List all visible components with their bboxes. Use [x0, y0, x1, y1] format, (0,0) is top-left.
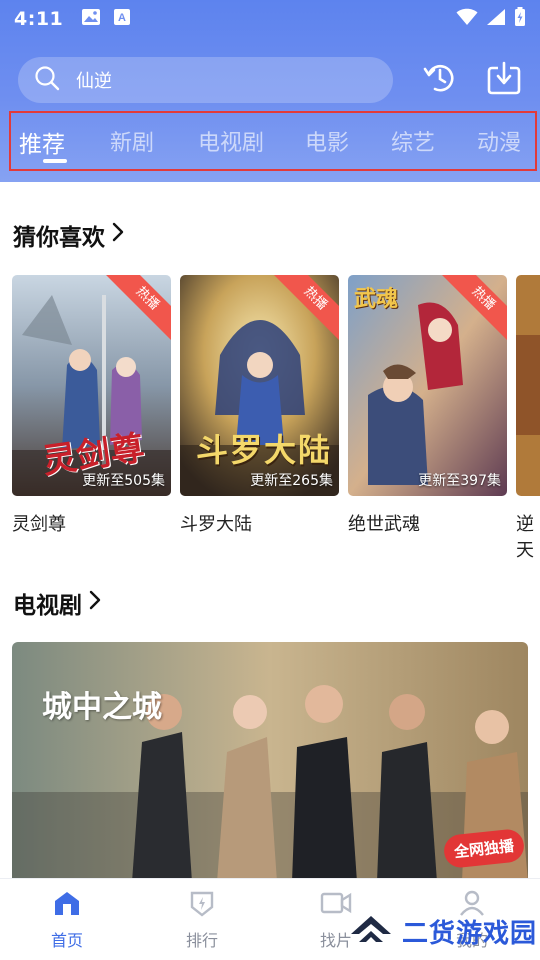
active-tab-indicator — [43, 159, 67, 163]
section-title: 电视剧 — [13, 593, 82, 619]
banner-title-art: 城中之城 — [42, 690, 162, 725]
nav-label: 排行 — [185, 931, 218, 950]
watermark-logo-icon — [348, 912, 394, 950]
tab-new-series[interactable]: 新剧 — [110, 125, 154, 157]
tab-anime[interactable]: 动漫 — [477, 125, 521, 157]
search-input[interactable]: 仙逆 — [18, 57, 393, 103]
download-icon — [486, 60, 522, 100]
video-card[interactable]: 斗罗大陆 热播 更新至265集 — [180, 275, 339, 496]
nav-ranking[interactable]: 排行 — [162, 889, 242, 951]
text-a-icon: A — [113, 8, 131, 30]
card-title[interactable]: 绝世武魂 — [348, 510, 420, 536]
chevron-right-icon — [88, 590, 102, 616]
episode-count: 更新至505集 — [82, 473, 165, 489]
nav-home[interactable]: 首页 — [27, 889, 107, 951]
card-title[interactable]: 斗罗大陆 — [180, 510, 252, 536]
signal-icon — [486, 8, 506, 30]
video-card[interactable] — [516, 275, 540, 496]
site-watermark: 二货游戏园 — [348, 912, 537, 950]
card-title[interactable]: 逆天 — [516, 510, 540, 562]
video-card[interactable]: 武魂 热播 更新至397集 — [348, 275, 507, 496]
history-icon — [421, 60, 457, 100]
svg-text:A: A — [118, 12, 126, 24]
featured-banner[interactable]: 城中之城 全网独播 — [12, 642, 528, 882]
nav-label: 首页 — [50, 931, 83, 950]
poster-title-art: 武魂 — [354, 287, 399, 312]
header: 4:11 A 仙逆 推荐 新剧 电视剧 电影 综艺 动漫 — [0, 0, 540, 182]
status-bar: 4:11 A — [0, 0, 540, 38]
episode-count: 更新至397集 — [418, 473, 501, 489]
tab-recommended[interactable]: 推荐 — [19, 125, 65, 159]
tab-variety[interactable]: 综艺 — [391, 125, 435, 157]
history-button[interactable] — [419, 60, 459, 100]
poster-image — [516, 275, 540, 496]
wifi-icon — [456, 8, 478, 30]
guess-section-header[interactable]: 猜你喜欢 — [13, 218, 125, 252]
status-time: 4:11 — [14, 8, 64, 30]
search-query-text: 仙逆 — [76, 71, 112, 92]
image-icon — [81, 8, 101, 30]
card-title[interactable]: 灵剑尊 — [12, 510, 66, 536]
tab-tv-series[interactable]: 电视剧 — [198, 125, 264, 157]
battery-charging-icon — [514, 7, 526, 31]
poster-title-art: 斗罗大陆 — [196, 431, 333, 469]
episode-count: 更新至265集 — [250, 473, 333, 489]
ranking-icon — [188, 889, 216, 921]
video-card[interactable]: 灵剑尊 热播 更新至505集 — [12, 275, 171, 496]
chevron-right-icon — [111, 222, 125, 248]
download-button[interactable] — [484, 60, 524, 100]
tv-section-header[interactable]: 电视剧 — [13, 586, 102, 620]
section-title: 猜你喜欢 — [13, 225, 105, 251]
search-icon — [34, 65, 60, 95]
watermark-text: 二货游戏园 — [402, 918, 538, 949]
tab-movies[interactable]: 电影 — [305, 125, 349, 157]
home-icon — [52, 889, 82, 921]
category-tabs: 推荐 新剧 电视剧 电影 综艺 动漫 — [9, 111, 537, 171]
